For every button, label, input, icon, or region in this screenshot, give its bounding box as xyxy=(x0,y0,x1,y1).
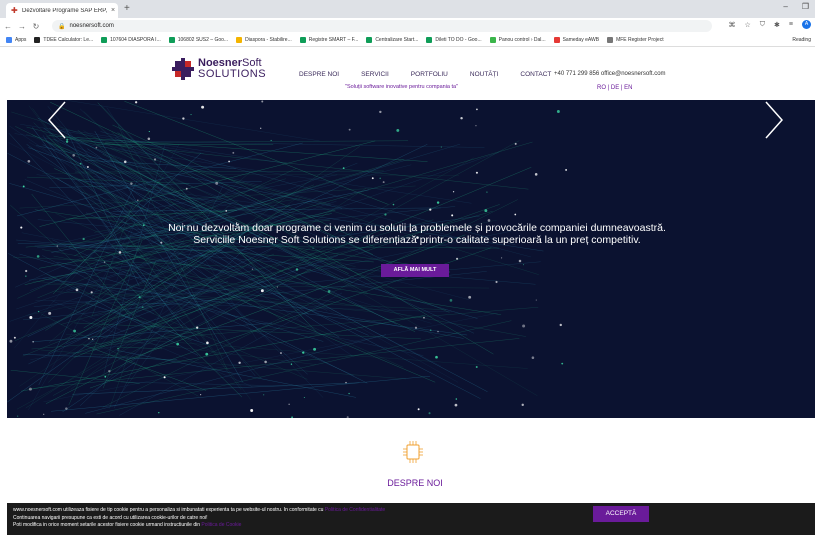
new-tab-button[interactable]: + xyxy=(124,3,130,15)
bookmark-label: Panou control › Dal... xyxy=(498,37,546,43)
menu-item-noutati[interactable]: NOUTĂȚI xyxy=(470,71,499,78)
sheets-icon xyxy=(366,37,373,43)
cookie-banner: www.noesnersoft.com utilizeaza fisiere d… xyxy=(7,503,815,535)
bookmark-icon xyxy=(236,37,243,43)
address-bar[interactable]: 🔒 noesnersoft.com xyxy=(52,20,712,32)
accept-cookies-button[interactable]: ACCEPTĂ xyxy=(593,506,649,522)
navigation-bar: ← → ↻ 🔒 noesnersoft.com ⌘ ☆ ⛉ ✱ ≡ A xyxy=(0,18,815,34)
window-controls: – ❐ xyxy=(783,2,809,11)
contact-info[interactable]: +40 771 299 856 office@noesnersoft.com xyxy=(554,71,666,77)
network-lines xyxy=(7,100,568,418)
star-icon[interactable]: ☆ xyxy=(745,21,751,29)
learn-more-button[interactable]: AFLĂ MAI MULT xyxy=(381,264,449,277)
network-lines-background xyxy=(7,100,568,418)
cookie-text-3: Poti modifica in orice moment setarile a… xyxy=(13,522,201,528)
hero-slider: Noi nu dezvoltăm doar programe ci venim … xyxy=(7,100,815,418)
menu-item-servicii[interactable]: SERVICII xyxy=(361,71,389,78)
restore-icon[interactable]: ❐ xyxy=(802,2,809,11)
sheets-icon xyxy=(299,37,306,43)
cookie-text-1: www.noesnersoft.com utilizeaza fisiere d… xyxy=(13,507,324,513)
tab-close-button[interactable]: × xyxy=(108,7,118,14)
bookmark-icon xyxy=(34,37,41,43)
bookmark-item[interactable]: Apps xyxy=(6,37,26,43)
apps-grid-icon xyxy=(6,37,12,43)
puzzle-icon[interactable]: ✱ xyxy=(774,21,780,29)
bookmark-label: Dileti TO DO - Goo... xyxy=(435,37,482,43)
site-header: NoesnerSoft SOLUTIONS DESPRE NOI SERVICI… xyxy=(0,48,815,100)
bookmark-item[interactable]: Dileti TO DO - Goo... xyxy=(426,37,482,43)
main-menu: DESPRE NOI SERVICII PORTFOLIU NOUTĂȚI CO… xyxy=(299,71,573,78)
sheets-icon xyxy=(426,37,433,43)
bookmark-label: Diaspora - Stabilire... xyxy=(245,37,292,43)
bookmark-label: 106802 SUS2 – Goo... xyxy=(177,37,229,43)
bookmark-item[interactable]: MFE Register Project xyxy=(607,37,664,43)
bookmark-item[interactable]: Sameday eAWB xyxy=(553,37,600,43)
forward-icon[interactable]: → xyxy=(16,22,28,31)
extension-shield-icon[interactable]: ⛉ xyxy=(760,21,765,29)
minimize-icon[interactable]: – xyxy=(783,2,787,11)
bookmark-item[interactable]: Diaspora - Stabilire... xyxy=(236,37,292,43)
bookmark-item[interactable]: 106802 SUS2 – Goo... xyxy=(168,37,229,43)
heart-icon xyxy=(553,37,560,43)
menu-item-contact[interactable]: CONTACT xyxy=(520,71,551,78)
bookmark-label: Apps xyxy=(15,37,27,43)
browser-tab[interactable]: ✚ Dezvoltare Programe SAP ERP, S × xyxy=(6,3,118,18)
tab-title: Dezvoltare Programe SAP ERP, S xyxy=(22,7,108,14)
cookie-policy-link[interactable]: Politica de Cookie xyxy=(201,522,241,528)
toolbar-icons: ⌘ ☆ ⛉ ✱ ≡ A xyxy=(729,20,811,29)
bookmark-label: Registre SMART – F... xyxy=(308,37,359,43)
reading-list-button[interactable]: Reading xyxy=(792,37,811,43)
translate-icon[interactable]: ⌘ xyxy=(729,21,736,29)
bookmark-icon xyxy=(607,37,614,43)
drive-icon xyxy=(168,37,175,43)
back-icon[interactable]: ← xyxy=(2,22,14,31)
hero-headline: Noi nu dezvoltăm doar programe ci venim … xyxy=(168,222,666,246)
menu-item-portofoliu[interactable]: PORTFOLIU xyxy=(411,71,448,78)
browser-window: ✚ Dezvoltare Programe SAP ERP, S × + – ❐… xyxy=(0,0,815,535)
logo-cross-icon xyxy=(172,58,194,80)
logo-word-3: SOLUTIONS xyxy=(198,68,267,80)
lock-icon: 🔒 xyxy=(58,23,66,30)
company-logo[interactable]: NoesnerSoft SOLUTIONS xyxy=(172,58,266,80)
slider-next-arrow-icon[interactable] xyxy=(764,100,784,140)
bookmark-label: TDEE Calculator: Le... xyxy=(43,37,94,43)
bookmark-item[interactable]: Centralizare Start... xyxy=(366,37,418,43)
bookmarks-bar: Apps TDEE Calculator: Le... 107604 DIASPOR… xyxy=(0,34,815,47)
bookmark-label: Sameday eAWB xyxy=(562,37,600,43)
tab-strip: ✚ Dezvoltare Programe SAP ERP, S × + – ❐ xyxy=(0,0,815,18)
bookmark-label: MFE Register Project xyxy=(616,37,664,43)
section-title-despre-noi: DESPRE NOI xyxy=(387,478,443,488)
language-switcher[interactable]: RO | DE | EN xyxy=(597,85,632,91)
bookmark-item[interactable]: Panou control › Dal... xyxy=(489,37,546,43)
tagline: "Soluții software inovative pentru compa… xyxy=(345,84,459,90)
chip-icon xyxy=(403,441,423,463)
reload-icon[interactable]: ↻ xyxy=(30,22,42,31)
profile-avatar-icon[interactable]: A xyxy=(802,20,811,29)
bookmark-item[interactable]: TDEE Calculator: Le... xyxy=(34,37,93,43)
bookmark-label: 107604 DIASPORA I... xyxy=(110,37,161,43)
playlist-icon[interactable]: ≡ xyxy=(789,21,793,28)
cookie-text-2: Continuarea navigarii presupune ca esti … xyxy=(13,514,208,521)
drive-icon xyxy=(101,37,108,43)
slider-prev-arrow-icon[interactable] xyxy=(47,100,67,140)
bookmark-label: Centralizare Start... xyxy=(375,37,419,43)
bookmark-icon xyxy=(489,37,496,43)
url-text: noesnersoft.com xyxy=(69,23,114,29)
privacy-policy-link[interactable]: Politica de Confidentialitate xyxy=(325,507,385,513)
menu-item-despre-noi[interactable]: DESPRE NOI xyxy=(299,71,339,78)
site-favicon-icon: ✚ xyxy=(11,6,18,15)
bookmark-item[interactable]: 107604 DIASPORA I... xyxy=(101,37,161,43)
bookmark-item[interactable]: Registre SMART – F... xyxy=(299,37,359,43)
website: NoesnerSoft SOLUTIONS DESPRE NOI SERVICI… xyxy=(0,48,815,535)
